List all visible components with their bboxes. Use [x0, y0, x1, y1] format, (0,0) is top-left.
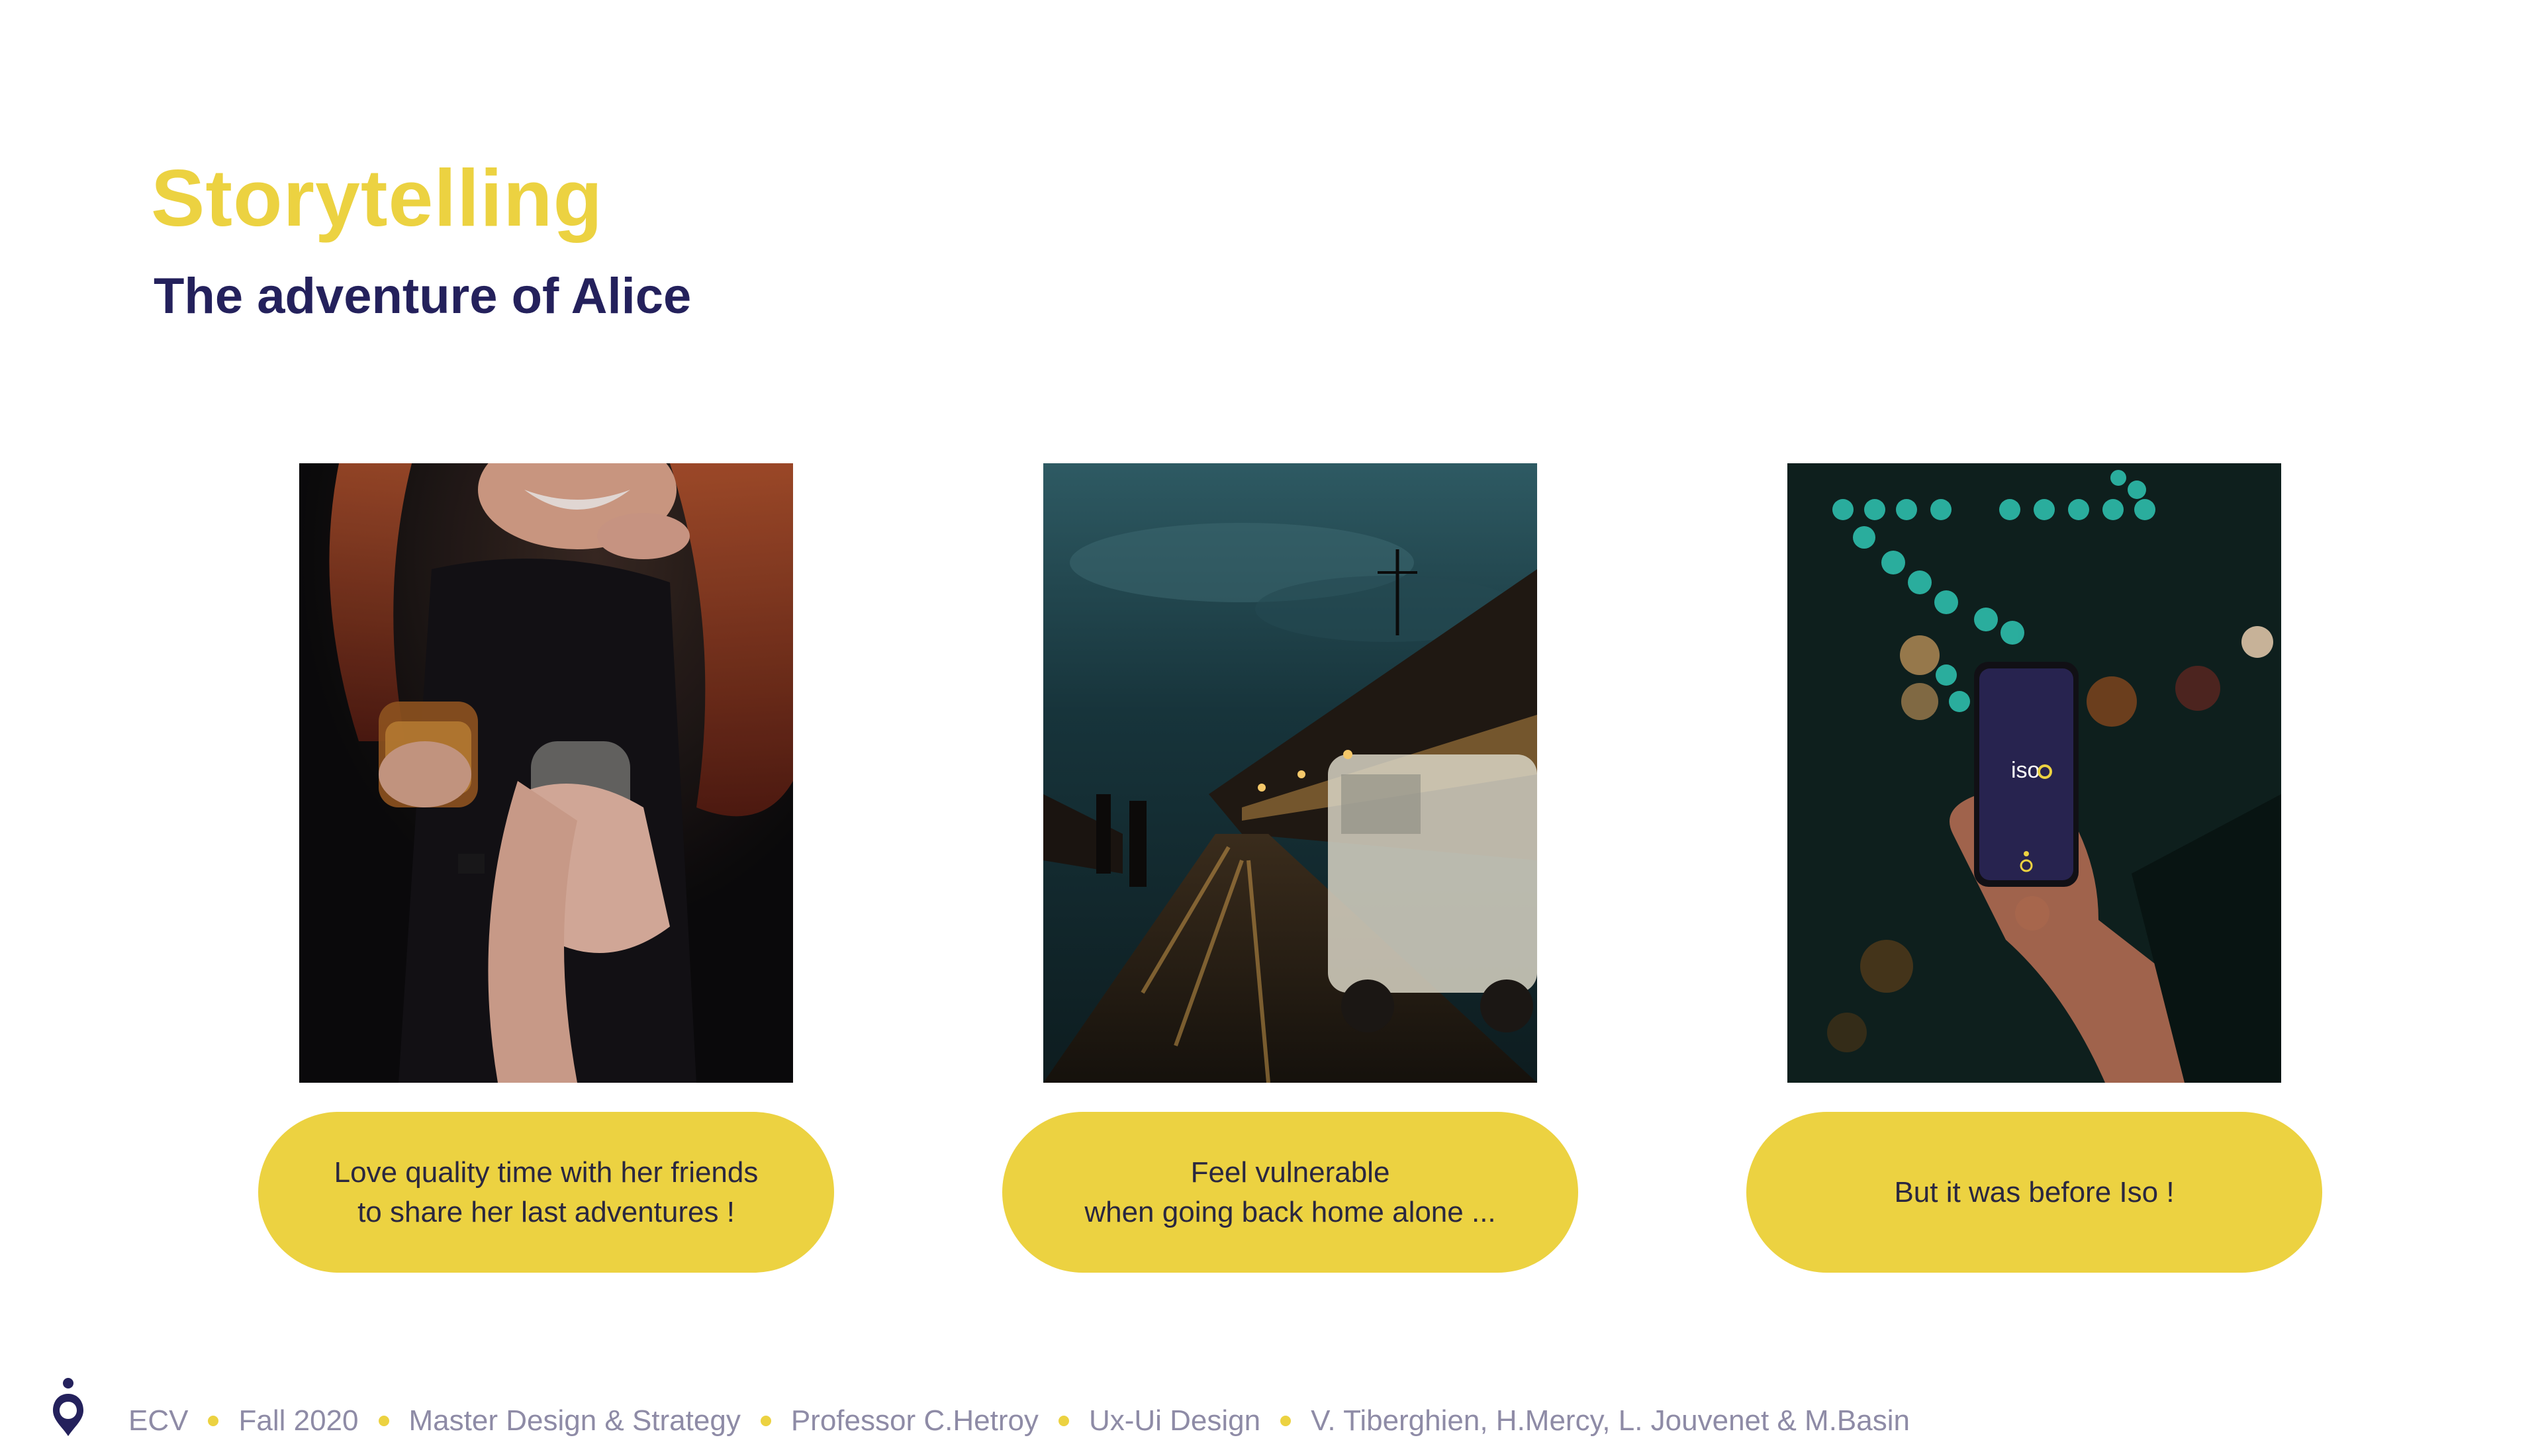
footer-item-authors: V. Tiberghien, H.Mercy, L. Jouvenet & M.…	[1311, 1404, 1910, 1437]
footer-item-program: Master Design & Strategy	[408, 1404, 741, 1437]
caption-bubble-3: But it was before Iso !	[1746, 1112, 2322, 1273]
footer-credits: ECV Fall 2020 Master Design & Strategy P…	[128, 1404, 1910, 1437]
location-pin-icon	[53, 1378, 83, 1436]
caption-line: to share her last adventures !	[357, 1195, 735, 1228]
separator-dot	[1058, 1416, 1069, 1426]
footer: ECV Fall 2020 Master Design & Strategy P…	[0, 1377, 2542, 1456]
caption-bubble-2: Feel vulnerable when going back home alo…	[1002, 1112, 1578, 1273]
caption-bubble-1: Love quality time with her friends to sh…	[258, 1112, 834, 1273]
night-street-photo	[1043, 463, 1537, 1083]
story-card-3: iso	[1787, 463, 2284, 1083]
caption-line: when going back home alone ...	[1084, 1195, 1496, 1228]
caption-line: Love quality time with her friends	[334, 1156, 759, 1189]
separator-dot	[1280, 1416, 1292, 1426]
separator-dot	[208, 1416, 219, 1426]
friends-drinks-photo	[299, 463, 793, 1083]
footer-item-term: Fall 2020	[238, 1404, 359, 1437]
footer-item-professor: Professor C.Hetroy	[790, 1404, 1039, 1437]
caption-line: But it was before Iso !	[1894, 1175, 2175, 1208]
caption-line: Feel vulnerable	[1190, 1156, 1390, 1189]
phone-iso-app-photo: iso	[1787, 463, 2281, 1083]
separator-dot	[760, 1416, 771, 1426]
page-subtitle: The adventure of Alice	[154, 268, 692, 324]
footer-item-school: ECV	[128, 1404, 189, 1437]
separator-dot	[378, 1416, 389, 1426]
story-card-1	[299, 463, 796, 1083]
story-card-2	[1043, 463, 1540, 1083]
footer-item-course: Ux-Ui Design	[1088, 1404, 1261, 1437]
page-title: Storytelling	[151, 153, 604, 243]
iso-phone-logo: iso	[2011, 758, 2040, 783]
